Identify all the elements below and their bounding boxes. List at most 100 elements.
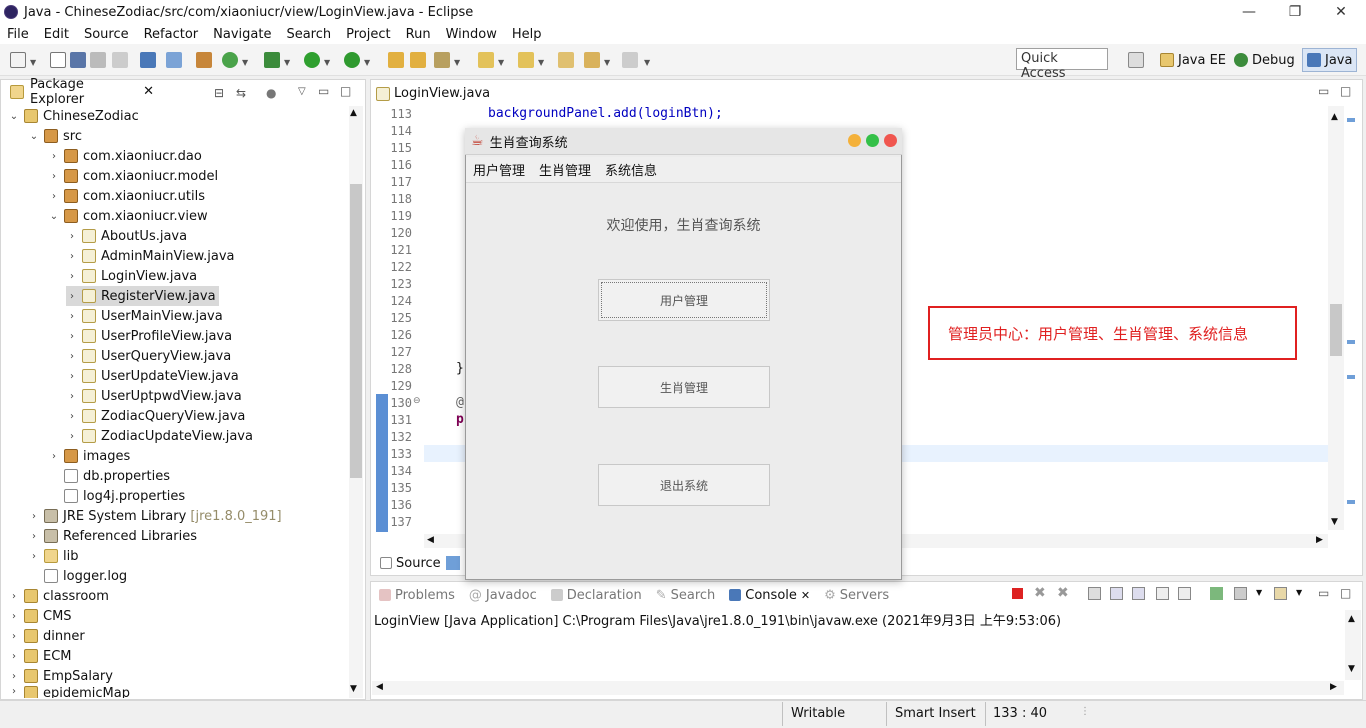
menu-refactor[interactable]: Refactor [137, 27, 207, 42]
minimize-view-icon[interactable]: ▭ [318, 84, 329, 98]
menu-help[interactable]: Help [505, 27, 550, 42]
tree-item-images[interactable]: › images [48, 446, 130, 466]
new-dropdown-icon[interactable]: ▼ [30, 58, 36, 67]
tree-item-java-file[interactable]: › UserMainView.java [66, 306, 223, 326]
collapsed-chevron-icon[interactable]: › [66, 351, 78, 362]
tree-item-java-file[interactable]: › AdminMainView.java [66, 246, 235, 266]
tree-item-project[interactable]: › CMS [8, 606, 72, 626]
collapsed-chevron-icon[interactable]: › [66, 291, 78, 302]
run-dropdown-icon[interactable]: ▼ [324, 58, 330, 67]
scroll-down-icon[interactable]: ▼ [1331, 517, 1338, 527]
menu-search[interactable]: Search [279, 27, 339, 42]
perspective-debug[interactable]: Debug [1230, 48, 1299, 72]
remove-launch-icon[interactable]: ✖ [1034, 585, 1046, 601]
tree-item-project[interactable]: › EmpSalary [8, 666, 113, 686]
collapse-all-icon[interactable]: ⊟ [214, 86, 224, 100]
tree-item-file[interactable]: db.properties [48, 466, 170, 486]
close-window-button[interactable]: ✕ [1318, 0, 1364, 24]
prev-annotation-dropdown-icon[interactable]: ▼ [538, 58, 544, 67]
tab-console[interactable]: Console ✕ [722, 583, 818, 607]
edit-icon[interactable] [434, 52, 450, 68]
print-icon[interactable] [112, 52, 128, 68]
overview-marker[interactable] [1347, 118, 1355, 122]
tree-item-project[interactable]: › ECM [8, 646, 72, 666]
restore-button[interactable]: ❐ [1272, 0, 1318, 24]
collapsed-chevron-icon[interactable]: › [66, 251, 78, 262]
tree-item-java-file[interactable]: › UserQueryView.java [66, 346, 231, 366]
zodiac-management-button[interactable]: 生肖管理 [598, 366, 770, 408]
remove-all-icon[interactable]: ✖ [1057, 585, 1069, 601]
collapsed-chevron-icon[interactable]: › [48, 191, 60, 202]
new-class-icon[interactable] [222, 52, 238, 68]
prev-annotation-icon[interactable] [518, 52, 534, 68]
package-explorer-tab[interactable]: Package Explorer ✕ [2, 77, 154, 107]
editor-tab[interactable]: LoginView.java [372, 82, 490, 105]
tab-declaration[interactable]: Declaration [544, 583, 649, 607]
tree-item-src[interactable]: ⌄ src [28, 126, 82, 146]
tree-item-package[interactable]: › com.xiaoniucr.utils [48, 186, 205, 206]
tree-item-java-file[interactable]: › AboutUs.java [66, 226, 187, 246]
terminate-icon[interactable] [1012, 588, 1023, 599]
dialog-maximize-button[interactable] [866, 134, 879, 147]
collapsed-chevron-icon[interactable]: › [8, 686, 20, 697]
maximize-view-icon[interactable]: □ [340, 84, 351, 98]
close-tab-icon[interactable]: ✕ [801, 589, 810, 602]
collapsed-chevron-icon[interactable]: › [48, 171, 60, 182]
explorer-scrollbar-thumb[interactable] [350, 184, 362, 478]
collapsed-chevron-icon[interactable]: › [28, 511, 40, 522]
show-on-output-icon[interactable] [1156, 587, 1169, 600]
overview-marker[interactable] [1347, 375, 1355, 379]
last-edit-icon[interactable] [558, 52, 574, 68]
user-management-button[interactable]: 用户管理 [598, 279, 770, 321]
collapsed-chevron-icon[interactable]: › [66, 391, 78, 402]
debug-dropdown-icon[interactable]: ▼ [284, 58, 290, 67]
tree-item-java-file[interactable]: › ZodiacQueryView.java [66, 406, 245, 426]
tab-servers[interactable]: ⚙ Servers [817, 583, 896, 607]
overview-marker[interactable] [1347, 500, 1355, 504]
tree-item-file[interactable]: log4j.properties [48, 486, 185, 506]
dialog-minimize-button[interactable] [848, 134, 861, 147]
scroll-left-icon[interactable]: ◀ [427, 535, 434, 545]
forward-icon[interactable] [622, 52, 638, 68]
console-maximize-icon[interactable]: □ [1340, 586, 1351, 600]
open-console-dropdown-icon[interactable]: ▼ [1296, 588, 1302, 597]
external-tools-dropdown-icon[interactable]: ▼ [364, 58, 370, 67]
word-wrap-icon[interactable] [1132, 587, 1145, 600]
new-icon[interactable] [10, 52, 26, 68]
tree-item-package[interactable]: ⌄ com.xiaoniucr.view [48, 206, 208, 226]
scroll-right-icon[interactable]: ▶ [1330, 682, 1337, 692]
tree-item-jre-library[interactable]: › JRE System Library [jre1.8.0_191] [28, 506, 282, 526]
collapsed-chevron-icon[interactable]: › [66, 311, 78, 322]
editor-scrollbar-thumb[interactable] [1330, 304, 1342, 356]
view-menu-icon[interactable]: ▽ [298, 86, 306, 97]
menu-source[interactable]: Source [77, 27, 137, 42]
collapsed-chevron-icon[interactable]: › [8, 671, 20, 682]
scroll-down-icon[interactable]: ▼ [1348, 664, 1355, 674]
tree-item-java-file[interactable]: › UserUptpwdView.java [66, 386, 242, 406]
tree-item-file[interactable]: logger.log [28, 566, 127, 586]
show-on-error-icon[interactable] [1178, 587, 1191, 600]
collapsed-chevron-icon[interactable]: › [48, 151, 60, 162]
scroll-left-icon[interactable]: ◀ [376, 682, 383, 692]
scroll-up-icon[interactable]: ▲ [350, 108, 357, 118]
collapsed-chevron-icon[interactable]: › [66, 231, 78, 242]
scroll-lock-icon[interactable] [1110, 587, 1123, 600]
fold-icon[interactable]: ⊖ [413, 396, 421, 406]
tab-problems[interactable]: Problems [372, 583, 462, 607]
perspective-java[interactable]: Java [1302, 48, 1358, 72]
tree-item-java-file[interactable]: › UserProfileView.java [66, 326, 232, 346]
menu-run[interactable]: Run [399, 27, 439, 42]
next-annotation-dropdown-icon[interactable]: ▼ [498, 58, 504, 67]
collapsed-chevron-icon[interactable]: › [8, 651, 20, 662]
console-hscrollbar[interactable] [372, 681, 1344, 695]
expanded-chevron-icon[interactable]: ⌄ [8, 111, 20, 122]
scroll-down-icon[interactable]: ▼ [350, 684, 357, 694]
coverage-icon[interactable] [344, 52, 360, 68]
open-type-icon[interactable] [388, 52, 404, 68]
tree-item-package[interactable]: › com.xiaoniucr.model [48, 166, 218, 186]
debug-icon[interactable] [264, 52, 280, 68]
menu-navigate[interactable]: Navigate [206, 27, 279, 42]
collapsed-chevron-icon[interactable]: › [8, 611, 20, 622]
link-editor-icon[interactable]: ⇆ [236, 86, 246, 100]
editor-maximize-icon[interactable]: □ [1340, 84, 1351, 98]
